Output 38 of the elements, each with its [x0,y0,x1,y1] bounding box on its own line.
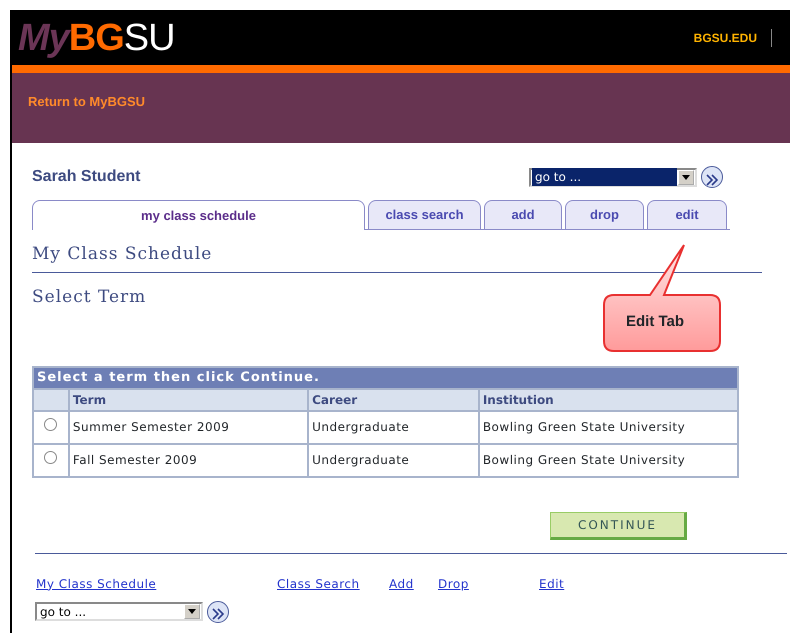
column-header: Term [68,388,308,410]
tab[interactable]: class search [368,200,481,229]
site-link[interactable]: BGSU.EDU [694,28,772,46]
double-chevron-icon [211,608,225,620]
go-button[interactable] [701,166,723,188]
dropdown-arrow-icon [188,609,196,614]
double-chevron-icon [705,174,719,186]
student-name: Sarah Student [32,167,142,187]
radio-button[interactable] [44,418,58,431]
goto-dropdown[interactable]: go to ... [529,168,697,186]
table-cell: Fall Semester 2009 [68,444,308,476]
footer-link[interactable]: Class Search [277,574,360,592]
logo[interactable]: MyBGSU [18,18,175,56]
table-cell: Bowling Green State University [478,410,738,444]
return-link[interactable]: Return to MyBGSU [28,94,145,109]
footer-link[interactable]: My Class Schedule [36,574,156,592]
dropdown-arrow-icon [682,174,690,180]
footer-link[interactable]: Add [389,574,414,592]
page-title: My Class Schedule [32,243,214,266]
continue-button[interactable]: CONTINUE [550,512,687,540]
table-cell: Undergraduate [308,410,479,444]
table-caption: Select a term then click Continue. [33,367,738,388]
section-title: Select Term [32,286,148,308]
footer-link[interactable]: Edit [539,574,564,592]
column-header: Career [308,388,479,410]
table-cell: Bowling Green State University [478,444,738,476]
go-button[interactable] [207,600,229,622]
tab[interactable]: my class schedule [32,200,365,230]
table-cell: Undergraduate [308,444,479,476]
callout-text: Edit Tab [626,312,684,332]
tab[interactable]: edit [647,200,727,229]
goto-dropdown[interactable]: go to ... [35,602,203,621]
tab[interactable]: drop [565,200,644,229]
column-header: Institution [478,388,738,410]
table-cell: Summer Semester 2009 [68,410,308,444]
tab[interactable]: add [484,200,562,229]
footer-link[interactable]: Drop [438,574,469,592]
radio-button[interactable] [44,451,58,464]
